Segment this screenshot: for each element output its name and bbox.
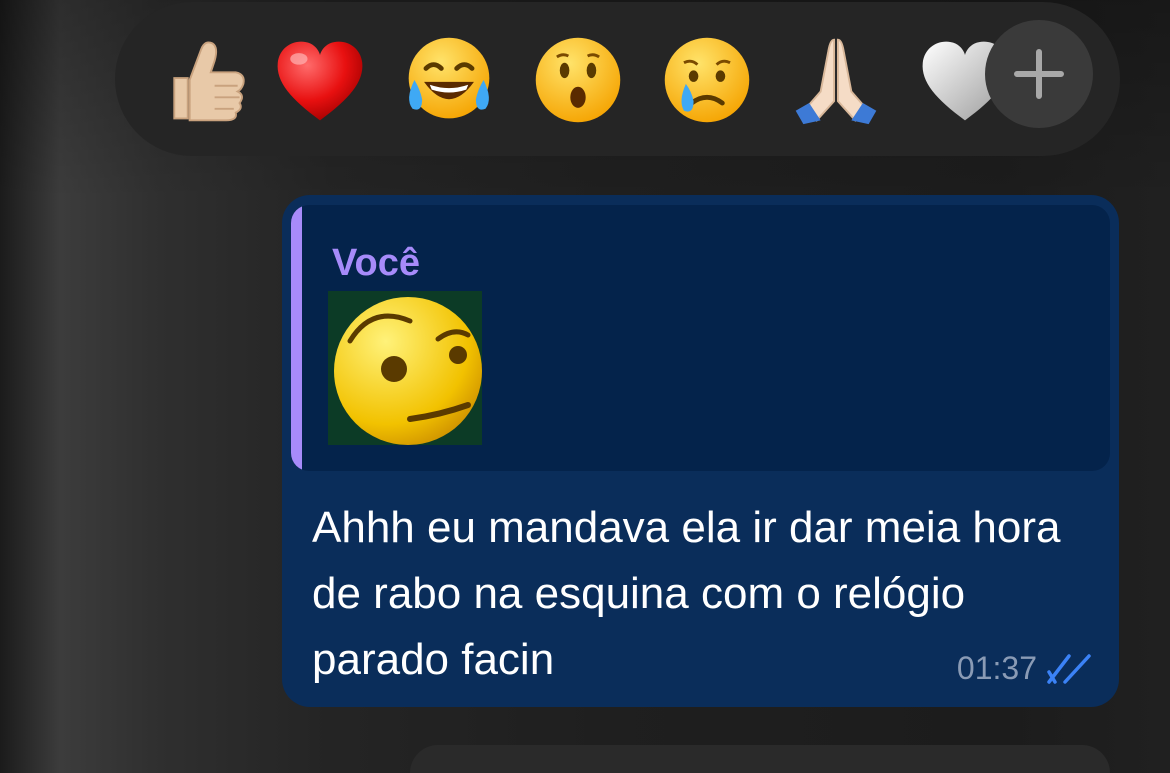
double-check-icon xyxy=(1047,653,1091,684)
quote-author: Você xyxy=(332,242,421,284)
quote-thumbnail xyxy=(328,291,482,445)
message-time: 01:37 xyxy=(956,650,1037,686)
crying-face-icon[interactable] xyxy=(657,30,757,130)
add-reaction-button[interactable] xyxy=(985,20,1093,128)
message-bubble[interactable]: Você Ahhh eu mandava ela ir dar meia hor… xyxy=(282,195,1119,707)
plus-icon xyxy=(1014,49,1064,99)
next-message-bubble xyxy=(410,745,1110,773)
tears-of-joy-icon[interactable] xyxy=(399,30,499,130)
quoted-message[interactable]: Você xyxy=(291,205,1110,471)
red-heart-icon[interactable] xyxy=(270,30,370,130)
message-meta: 01:37 xyxy=(957,650,1093,687)
surprised-face-icon[interactable] xyxy=(528,30,628,130)
reaction-picker xyxy=(115,2,1120,156)
thumbs-up-icon[interactable] xyxy=(155,30,255,130)
quote-accent-bar xyxy=(291,205,302,471)
folded-hands-icon[interactable] xyxy=(786,30,886,130)
raised-eyebrow-face-icon xyxy=(334,297,482,445)
